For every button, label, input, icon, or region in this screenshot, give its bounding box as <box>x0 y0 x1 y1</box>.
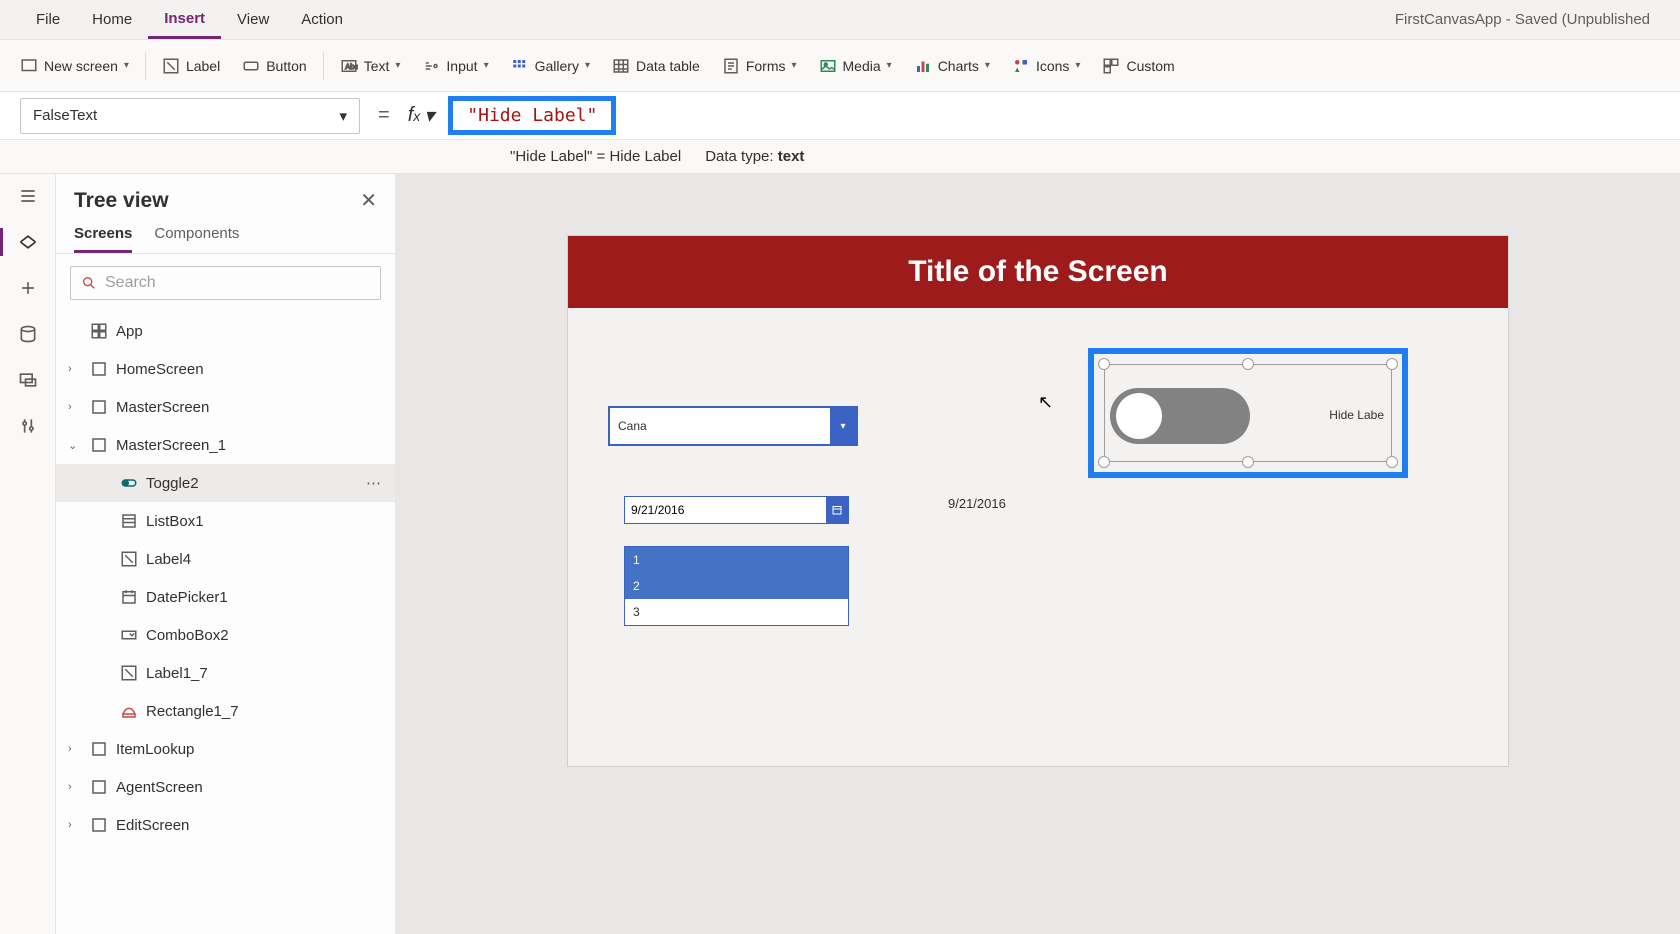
tree-view-icon[interactable] <box>16 230 40 254</box>
new-screen-button[interactable]: New screen▾ <box>10 51 139 81</box>
tree-view-title: Tree view <box>74 189 169 213</box>
date-label: 9/21/2016 <box>948 496 1006 511</box>
custom-button[interactable]: Custom <box>1092 51 1184 81</box>
tree-node-homescreen[interactable]: ›HomeScreen <box>56 350 395 388</box>
resize-handle[interactable] <box>1242 358 1254 370</box>
menu-view[interactable]: View <box>221 0 285 39</box>
hamburger-icon[interactable] <box>16 184 40 208</box>
tree-node-listbox1[interactable]: ListBox1 <box>56 502 395 540</box>
toggle-label: Hide Labe <box>1329 408 1384 422</box>
search-input[interactable]: Search <box>70 266 381 300</box>
chevron-down-icon[interactable]: ▾ <box>830 408 856 444</box>
toggle-selection[interactable]: Hide Labe <box>1088 348 1408 478</box>
list-item[interactable]: 3 <box>625 599 848 625</box>
app-title: FirstCanvasApp - Saved (Unpublished <box>1395 11 1660 28</box>
list-item[interactable]: 2 <box>625 573 848 599</box>
tree-node-masterscreen[interactable]: ›MasterScreen <box>56 388 395 426</box>
tree-node-editscreen[interactable]: ›EditScreen <box>56 806 395 844</box>
resize-handle[interactable] <box>1098 456 1110 468</box>
button-button[interactable]: Button <box>232 51 316 81</box>
tree-node-combobox2[interactable]: ComboBox2 <box>56 616 395 654</box>
formula-bar: FalseText▾ = fx▾ "Hide Label" <box>0 92 1680 140</box>
combobox-value: Cana <box>610 419 830 433</box>
top-menu: File Home Insert View Action FirstCanvas… <box>0 0 1680 40</box>
button-icon <box>242 57 260 75</box>
menu-insert[interactable]: Insert <box>148 0 221 39</box>
resize-handle[interactable] <box>1386 456 1398 468</box>
forms-button[interactable]: Forms▾ <box>712 51 807 81</box>
list-item[interactable]: 1 <box>625 547 848 573</box>
cursor-icon: ↖ <box>1038 392 1053 413</box>
calendar-icon[interactable] <box>826 497 848 523</box>
tree: App ›HomeScreen ›MasterScreen ⌄MasterScr… <box>56 312 395 934</box>
tree-view-panel: Tree view ✕ Screens Components Search Ap… <box>56 174 396 934</box>
canvas-screen[interactable]: Title of the Screen Cana ▾ 9/21/2016 9/2… <box>568 236 1508 766</box>
tree-node-label4[interactable]: Label4 <box>56 540 395 578</box>
ribbon: New screen▾ Label Button Abc Text▾ Input… <box>0 40 1680 92</box>
menu-action[interactable]: Action <box>285 0 359 39</box>
datepicker-value: 9/21/2016 <box>625 503 826 517</box>
svg-text:Abc: Abc <box>345 62 358 71</box>
tree-node-rectangle1-7[interactable]: Rectangle1_7 <box>56 692 395 730</box>
formula-eval-bar: "Hide Label" = Hide Label Data type: tex… <box>0 140 1680 174</box>
input-button[interactable]: Input▾ <box>412 51 498 81</box>
tab-components[interactable]: Components <box>154 225 239 253</box>
property-dropdown[interactable]: FalseText▾ <box>20 98 360 134</box>
left-rail <box>0 174 56 934</box>
charts-button[interactable]: Charts▾ <box>904 51 1000 81</box>
text-button[interactable]: Abc Text▾ <box>330 51 411 81</box>
tree-node-toggle2[interactable]: Toggle2⋯ <box>56 464 395 502</box>
tree-node-agentscreen[interactable]: ›AgentScreen <box>56 768 395 806</box>
data-table-button[interactable]: Data table <box>602 51 710 81</box>
forms-icon <box>722 57 740 75</box>
toggle-switch[interactable] <box>1110 388 1250 444</box>
menu-home[interactable]: Home <box>76 0 148 39</box>
screen-title: Title of the Screen <box>568 236 1508 308</box>
input-icon <box>422 57 440 75</box>
screen-icon <box>20 57 38 75</box>
tab-screens[interactable]: Screens <box>74 225 132 253</box>
tree-node-label1-7[interactable]: Label1_7 <box>56 654 395 692</box>
media-button[interactable]: Media▾ <box>809 51 902 81</box>
icons-button[interactable]: Icons▾ <box>1002 51 1091 81</box>
tree-node-datepicker1[interactable]: DatePicker1 <box>56 578 395 616</box>
datepicker-control[interactable]: 9/21/2016 <box>624 496 849 524</box>
tree-node-masterscreen1[interactable]: ⌄MasterScreen_1 <box>56 426 395 464</box>
media-rail-icon[interactable] <box>16 368 40 392</box>
eval-result: "Hide Label" = Hide Label <box>510 148 681 165</box>
gallery-icon <box>511 57 529 75</box>
fx-label[interactable]: fx▾ <box>408 103 435 128</box>
tree-node-app[interactable]: App <box>56 312 395 350</box>
table-icon <box>612 57 630 75</box>
advanced-tools-icon[interactable] <box>16 414 40 438</box>
text-icon: Abc <box>340 57 358 75</box>
tree-node-itemlookup[interactable]: ›ItemLookup <box>56 730 395 768</box>
icons-icon <box>1012 57 1030 75</box>
search-icon <box>81 275 97 291</box>
data-type: Data type: text <box>705 148 804 165</box>
canvas-area[interactable]: Title of the Screen Cana ▾ 9/21/2016 9/2… <box>396 174 1680 934</box>
label-icon <box>162 57 180 75</box>
label-button[interactable]: Label <box>152 51 230 81</box>
charts-icon <box>914 57 932 75</box>
media-icon <box>819 57 837 75</box>
menu-file[interactable]: File <box>20 0 76 39</box>
formula-input[interactable]: "Hide Label" <box>448 96 616 135</box>
close-icon[interactable]: ✕ <box>360 188 377 213</box>
resize-handle[interactable] <box>1242 456 1254 468</box>
resize-handle[interactable] <box>1098 358 1110 370</box>
gallery-button[interactable]: Gallery▾ <box>501 51 600 81</box>
data-icon[interactable] <box>16 322 40 346</box>
insert-rail-icon[interactable] <box>16 276 40 300</box>
more-icon[interactable]: ⋯ <box>366 474 381 492</box>
listbox-control[interactable]: 1 2 3 <box>624 546 849 626</box>
combobox-control[interactable]: Cana ▾ <box>608 406 858 446</box>
resize-handle[interactable] <box>1386 358 1398 370</box>
equals-symbol: = <box>374 104 394 127</box>
custom-icon <box>1102 57 1120 75</box>
